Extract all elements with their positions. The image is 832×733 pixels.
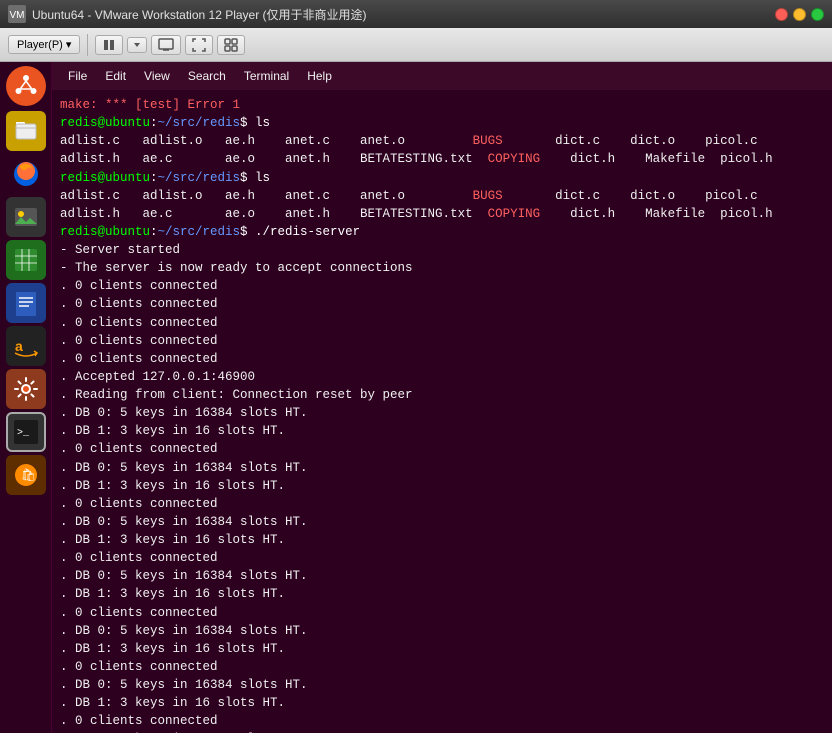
terminal-line: . 0 clients connected — [60, 495, 824, 513]
terminal-line: redis@ubuntu:~/src/redis$ ls — [60, 169, 824, 187]
terminal-line: . 0 clients connected — [60, 712, 824, 730]
svg-text:a: a — [15, 338, 23, 354]
menu-item-view[interactable]: View — [136, 67, 178, 85]
firefox-icon — [11, 159, 41, 189]
amazon-icon: a — [11, 331, 41, 361]
terminal-line: . DB 0: 5 keys in 16384 slots HT. — [60, 404, 824, 422]
screen-icon — [158, 38, 174, 52]
menu-item-edit[interactable]: Edit — [97, 67, 134, 85]
screen-button[interactable] — [151, 35, 181, 55]
sidebar-item-settings[interactable] — [6, 369, 46, 409]
menu-item-help[interactable]: Help — [299, 67, 340, 85]
fullscreen-button[interactable] — [185, 35, 213, 55]
svg-text:>_: >_ — [17, 428, 30, 439]
terminal-line: . Accepted 127.0.0.1:46900 — [60, 368, 824, 386]
sidebar-item-texteditor[interactable] — [6, 283, 46, 323]
terminal-line: . 0 clients connected — [60, 332, 824, 350]
sidebar-item-software[interactable]: 🛍 — [6, 455, 46, 495]
svg-text:VM: VM — [10, 10, 25, 21]
sidebar-item-photos[interactable] — [6, 197, 46, 237]
titlebar: VM Ubuntu64 - VMware Workstation 12 Play… — [0, 0, 832, 28]
files-icon — [13, 118, 39, 144]
menu-item-terminal[interactable]: Terminal — [236, 67, 297, 85]
terminal-line: . DB 1: 3 keys in 16 slots HT. — [60, 531, 824, 549]
svg-text:🛍: 🛍 — [21, 468, 36, 482]
terminal-line: - Server started — [60, 241, 824, 259]
separator — [87, 34, 88, 56]
terminal-line: . 0 clients connected — [60, 277, 824, 295]
terminal-line: redis@ubuntu:~/src/redis$ ./redis-server — [60, 223, 824, 241]
terminal-line: . 0 clients connected — [60, 314, 824, 332]
close-button[interactable] — [775, 8, 788, 21]
titlebar-title: Ubuntu64 - VMware Workstation 12 Player … — [32, 6, 769, 23]
terminal-line: . 0 clients connected — [60, 658, 824, 676]
terminal-icon: >_ — [13, 419, 39, 445]
sidebar-item-spreadsheet[interactable] — [6, 240, 46, 280]
terminal-line: . DB 0: 5 keys in 16384 slots HT. — [60, 676, 824, 694]
main-layout: a >_ 🛍 — [0, 62, 832, 733]
software-icon: 🛍 — [13, 462, 39, 488]
terminal-line: make: *** [test] Error 1 — [60, 96, 824, 114]
terminal-line: redis@ubuntu:~/src/redis$ ls — [60, 114, 824, 132]
terminal-line: . Reading from client: Connection reset … — [60, 386, 824, 404]
terminal-line: . DB 0: 5 keys in 16384 slots HT. — [60, 567, 824, 585]
ubuntu-icon — [13, 73, 39, 99]
sidebar: a >_ 🛍 — [0, 62, 52, 733]
unity-icon — [224, 38, 238, 52]
menu-item-file[interactable]: File — [60, 67, 95, 85]
terminal-line: . DB 0: 5 keys in 16384 slots HT. — [60, 622, 824, 640]
terminal-menubar: File Edit View Search Terminal Help — [52, 62, 832, 90]
sidebar-item-firefox[interactable] — [6, 154, 46, 194]
sidebar-item-amazon[interactable]: a — [6, 326, 46, 366]
terminal-line: adlist.c adlist.o ae.h anet.c anet.o BUG… — [60, 187, 824, 205]
unity-button[interactable] — [217, 35, 245, 55]
minimize-button[interactable] — [793, 8, 806, 21]
terminal-line: . 0 clients connected — [60, 350, 824, 368]
dropdown-icon — [132, 40, 142, 50]
terminal-line: . DB 1: 3 keys in 16 slots HT. — [60, 422, 824, 440]
terminal-line: . 0 clients connected — [60, 604, 824, 622]
fullscreen-icon — [192, 38, 206, 52]
terminal-line: . DB 0: 5 keys in 16384 slots HT. — [60, 513, 824, 531]
vmware-toolbar: Player(P) ▾ — [0, 28, 832, 62]
terminal-line: . 0 clients connected — [60, 440, 824, 458]
desktop-area: File Edit View Search Terminal Help make… — [52, 62, 832, 733]
ubuntu-logo[interactable] — [6, 66, 46, 106]
terminal-line: . DB 1: 3 keys in 16 slots HT. — [60, 694, 824, 712]
terminal-line: . DB 1: 3 keys in 16 slots HT. — [60, 585, 824, 603]
settings-icon — [13, 376, 39, 402]
terminal[interactable]: make: *** [test] Error 1 redis@ubuntu:~/… — [52, 90, 832, 733]
dropdown-button[interactable] — [127, 37, 147, 53]
terminal-line: - The server is now ready to accept conn… — [60, 259, 824, 277]
pause-button[interactable] — [95, 35, 123, 55]
texteditor-icon — [13, 290, 39, 316]
terminal-line: . DB 1: 3 keys in 16 slots HT. — [60, 640, 824, 658]
vmware-icon: VM — [8, 5, 26, 23]
player-menu-button[interactable]: Player(P) ▾ — [8, 35, 80, 54]
sidebar-item-files[interactable] — [6, 111, 46, 151]
terminal-line: adlist.h ae.c ae.o anet.h BETATESTING.tx… — [60, 150, 824, 168]
terminal-line: . DB 1: 3 keys in 16 slots HT. — [60, 477, 824, 495]
window-controls — [775, 8, 824, 21]
photos-icon — [13, 204, 39, 230]
player-label: Player(P) ▾ — [17, 38, 71, 51]
spreadsheet-icon — [13, 247, 39, 273]
terminal-line: adlist.h ae.c ae.o anet.h BETATESTING.tx… — [60, 205, 824, 223]
terminal-line: adlist.c adlist.o ae.h anet.c anet.o BUG… — [60, 132, 824, 150]
terminal-line: . 0 clients connected — [60, 549, 824, 567]
menu-item-search[interactable]: Search — [180, 67, 234, 85]
terminal-line: . DB 0: 5 keys in 16384 slots HT. — [60, 459, 824, 477]
sidebar-item-terminal[interactable]: >_ — [6, 412, 46, 452]
terminal-line: . 0 clients connected — [60, 295, 824, 313]
maximize-button[interactable] — [811, 8, 824, 21]
pause-icon — [102, 38, 116, 52]
